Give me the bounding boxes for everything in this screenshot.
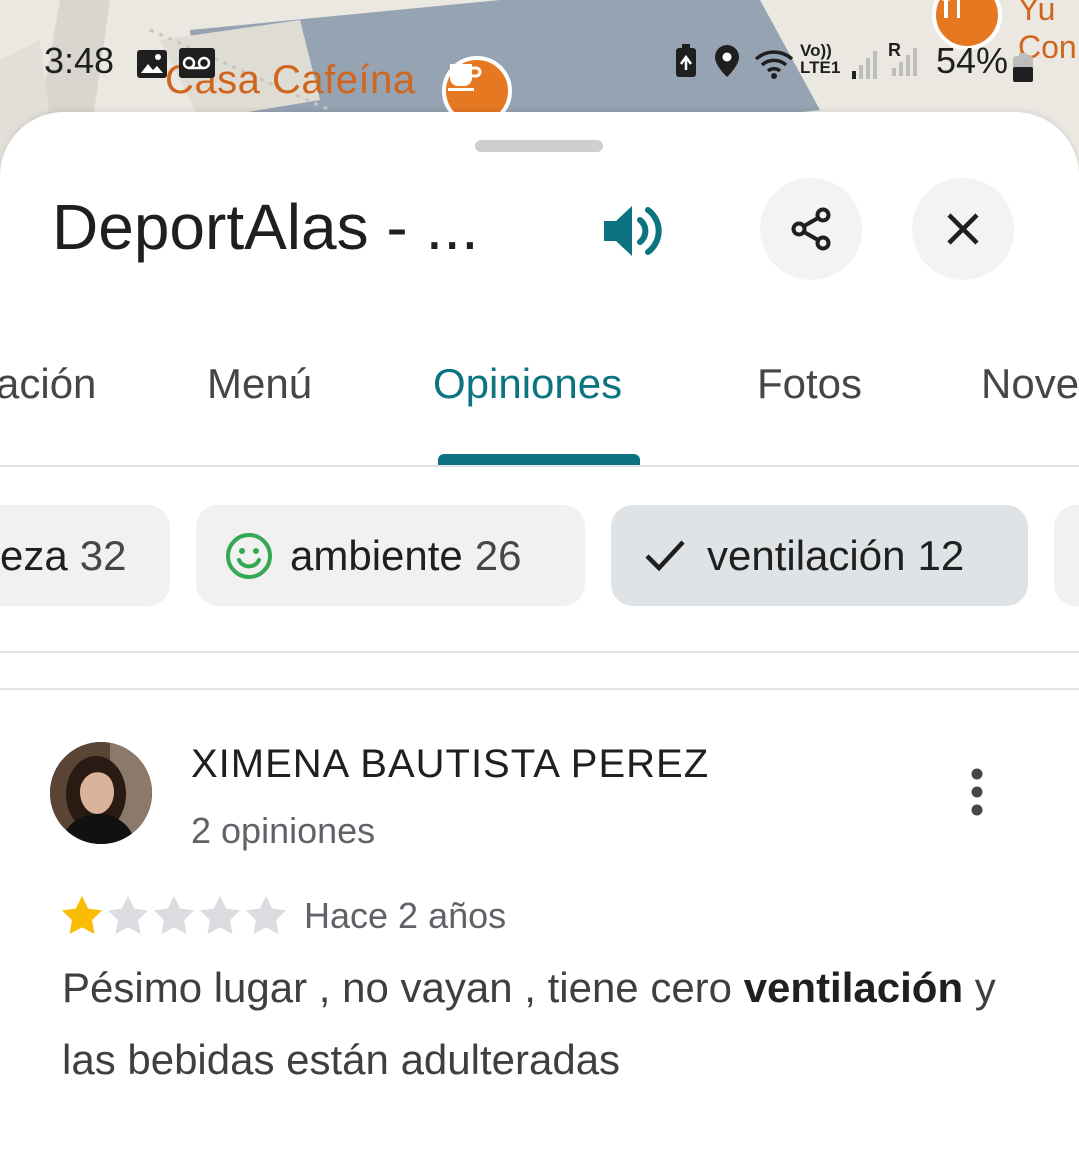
chip-count: 26 xyxy=(474,531,522,579)
gallery-icon xyxy=(136,46,168,88)
chip-label: ventilación xyxy=(707,531,906,579)
star-empty-icon xyxy=(153,895,195,934)
tab-menu[interactable]: Menú xyxy=(207,360,312,408)
star-empty-icon xyxy=(107,895,149,934)
more-vert-icon xyxy=(971,768,983,816)
star-rating xyxy=(60,894,290,936)
signal-icon xyxy=(852,46,880,88)
review-text: Pésimo lugar , no vayan , tiene cero ven… xyxy=(62,952,1042,1096)
status-bar: 3:48 Vo)) LTE1 R 54% xyxy=(0,40,1079,88)
review-time: Hace 2 años xyxy=(304,895,507,936)
battery-saver-icon xyxy=(674,44,698,87)
review-text-part: Pésimo lugar , no vayan , tiene cero xyxy=(62,964,744,1011)
divider xyxy=(0,688,1079,690)
reviewer-name[interactable]: XIMENA BAUTISTA PEREZ xyxy=(191,742,709,787)
chip-count: 12 xyxy=(917,531,965,579)
star-filled-icon xyxy=(61,895,103,934)
more-options-button[interactable] xyxy=(952,764,1002,824)
wifi-icon xyxy=(754,46,794,88)
chip-ambiente[interactable]: ambiente 26 xyxy=(196,505,585,606)
avatar[interactable] xyxy=(50,742,152,844)
tab-opiniones[interactable]: Opiniones xyxy=(433,360,622,408)
volte-icon: Vo)) LTE1 xyxy=(800,41,841,77)
smile-icon xyxy=(226,532,272,579)
battery-percent: 54% xyxy=(936,40,1009,81)
status-time: 3:48 xyxy=(44,40,115,81)
star-empty-icon xyxy=(199,895,241,934)
chip-count: 32 xyxy=(79,531,127,579)
chip-label: eza xyxy=(0,531,68,579)
tabs-divider xyxy=(0,465,1079,467)
battery-icon xyxy=(1012,50,1034,92)
reviewer-review-count: 2 opiniones xyxy=(191,810,376,851)
divider xyxy=(0,651,1079,653)
drag-handle[interactable] xyxy=(475,140,603,152)
star-empty-icon xyxy=(245,895,287,934)
tab-bar: ación Menú Opiniones Fotos Nove xyxy=(0,230,1079,407)
voicemail-icon xyxy=(178,46,216,88)
location-icon xyxy=(714,44,740,87)
tab-fotos[interactable]: Fotos xyxy=(757,360,862,408)
tab-novedades[interactable]: Nove xyxy=(981,360,1079,408)
map-other-label-1: Yu xyxy=(1018,0,1056,27)
chip-limpieza[interactable]: eza 32 xyxy=(0,505,170,606)
chip-ventilacion[interactable]: ventilación 12 xyxy=(611,505,1028,606)
review-text-highlight: ventilación xyxy=(743,964,964,1011)
chip-next[interactable] xyxy=(1054,505,1079,606)
tab-ubicacion[interactable]: ación xyxy=(0,360,96,408)
chip-label: ambiente xyxy=(290,531,463,579)
check-icon xyxy=(645,539,685,571)
avatar-image xyxy=(50,742,152,844)
